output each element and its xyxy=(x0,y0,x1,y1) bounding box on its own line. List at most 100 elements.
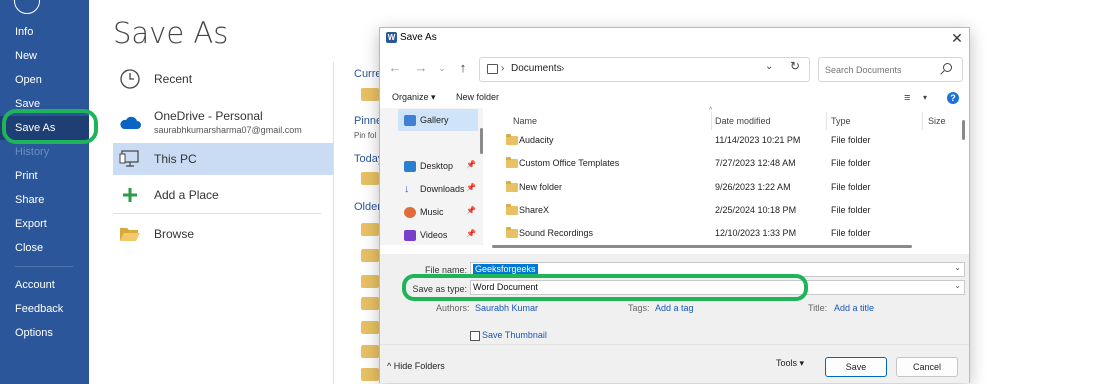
chevron-down-icon[interactable]: ⌄ xyxy=(954,281,961,290)
location-add-place[interactable]: Add a Place xyxy=(113,179,333,211)
location-browse[interactable]: Browse xyxy=(113,218,333,250)
word-app-icon: W xyxy=(386,32,397,43)
pinned-heading: Pinne xyxy=(354,115,383,127)
view-options-icon[interactable]: ≡ xyxy=(904,92,910,104)
nav-pane-label: Downloads xyxy=(420,184,465,194)
nav-print[interactable]: Print xyxy=(0,164,89,188)
nav-export[interactable]: Export xyxy=(0,212,89,236)
hide-folders-button[interactable]: ^ Hide Folders xyxy=(387,361,445,371)
backstage-nav: Info New Open Save Save As History Print… xyxy=(0,0,89,384)
plus-icon xyxy=(118,183,142,207)
file-row[interactable]: Custom Office Templates 7/27/2023 12:48 … xyxy=(491,153,957,176)
search-icon xyxy=(943,63,952,72)
file-date: 9/26/2023 1:22 AM xyxy=(715,182,791,192)
authors-value[interactable]: Saurabh Kumar xyxy=(475,303,538,313)
dialog-titlebar[interactable]: W Save As ✕ xyxy=(380,28,969,48)
column-type[interactable]: Type xyxy=(809,112,851,130)
nav-save-as[interactable]: Save As xyxy=(0,116,89,140)
folder-icon xyxy=(506,227,518,238)
new-folder-button[interactable]: New folder xyxy=(456,92,499,102)
folder-icon xyxy=(361,321,379,334)
authors-label: Authors: xyxy=(436,303,470,313)
chevron-right-icon[interactable]: › xyxy=(561,63,564,74)
breadcrumb-documents[interactable]: Documents xyxy=(511,63,562,74)
nav-share[interactable]: Share xyxy=(0,188,89,212)
nav-pane-item-gallery[interactable]: Gallery xyxy=(398,109,478,131)
save-thumbnail-checkbox[interactable] xyxy=(470,331,480,341)
file-row[interactable]: Sound Recordings 12/10/2023 1:33 PM File… xyxy=(491,223,957,246)
folder-open-icon xyxy=(118,222,142,246)
nav-open[interactable]: Open xyxy=(0,68,89,92)
pane-divider xyxy=(333,62,334,384)
file-type: File folder xyxy=(831,158,871,168)
file-name-value: Geeksforgeeks xyxy=(473,264,538,274)
video-icon xyxy=(404,229,416,241)
nav-pane-item-music[interactable]: Music 📌 xyxy=(380,201,480,223)
nav-options[interactable]: Options xyxy=(0,321,89,345)
location-recent[interactable]: Recent xyxy=(113,63,333,95)
recent-locations-chevron-icon[interactable]: ⌄ xyxy=(433,59,451,77)
location-label: Browse xyxy=(154,227,195,241)
nav-pane-item-downloads[interactable]: ↓ Downloads 📌 xyxy=(380,178,480,200)
tags-value[interactable]: Add a tag xyxy=(655,303,694,313)
file-list-vertical-scrollbar[interactable] xyxy=(962,120,965,140)
nav-feedback[interactable]: Feedback xyxy=(0,297,89,321)
address-dropdown-icon[interactable]: ⌄ xyxy=(765,61,773,72)
nav-new[interactable]: New xyxy=(0,44,89,68)
nav-pane-item-desktop[interactable]: Desktop 📌 xyxy=(380,155,480,177)
hide-folders-label: Hide Folders xyxy=(393,361,445,371)
file-name: Audacity xyxy=(519,135,554,145)
location-onedrive[interactable]: OneDrive - Personal saurabhkumarsharma07… xyxy=(113,105,333,139)
cloud-icon xyxy=(118,110,142,134)
nav-pane-label: Music xyxy=(420,207,444,217)
dialog-toolbar: Organize ▾ New folder ≡ ▾ ? xyxy=(380,88,969,108)
nav-close[interactable]: Close xyxy=(0,236,89,260)
download-icon: ↓ xyxy=(404,182,410,195)
location-this-pc[interactable]: This PC xyxy=(113,143,333,175)
file-row[interactable]: Audacity 11/14/2023 10:21 PM File folder xyxy=(491,130,957,153)
pin-icon[interactable]: 📌 xyxy=(466,183,476,192)
up-arrow-icon[interactable]: ↑ xyxy=(454,59,472,77)
organize-button[interactable]: Organize ▾ xyxy=(392,92,436,103)
address-bar[interactable]: › Documents › xyxy=(479,57,810,82)
file-name-input[interactable]: Geeksforgeeks ⌄ xyxy=(470,262,965,277)
nav-pane-label: Videos xyxy=(420,230,448,240)
tools-button[interactable]: Tools ▾ xyxy=(776,358,804,369)
help-icon[interactable]: ? xyxy=(947,92,959,104)
file-name-label: File name: xyxy=(424,265,467,275)
pin-icon[interactable]: 📌 xyxy=(466,229,476,238)
nav-account[interactable]: Account xyxy=(0,273,89,297)
view-dropdown-icon[interactable]: ▾ xyxy=(923,93,927,102)
column-date-modified[interactable]: Date modified xyxy=(693,112,771,130)
folder-icon xyxy=(361,297,379,310)
nav-info[interactable]: Info xyxy=(0,20,89,44)
nav-pane-item-videos[interactable]: Videos 📌 xyxy=(380,224,480,246)
location-label: Add a Place xyxy=(154,188,219,202)
folder-icon xyxy=(506,157,518,168)
pin-icon[interactable]: 📌 xyxy=(466,160,476,169)
folder-icon xyxy=(361,88,379,101)
column-name[interactable]: Name xyxy=(491,112,537,130)
search-input[interactable] xyxy=(823,62,933,77)
forward-arrow-icon[interactable]: → xyxy=(412,59,430,77)
column-size[interactable]: Size xyxy=(906,112,946,130)
file-list-header: ^ Name Date modified Type Size xyxy=(491,107,969,130)
save-button[interactable]: Save xyxy=(825,357,887,377)
file-row[interactable]: New folder 9/26/2023 1:22 AM File folder xyxy=(491,177,957,200)
file-row[interactable]: ShareX 2/25/2024 10:18 PM File folder xyxy=(491,200,957,223)
nav-pane-scrollbar[interactable] xyxy=(480,128,483,154)
back-arrow-icon[interactable] xyxy=(14,0,40,14)
cancel-button[interactable]: Cancel xyxy=(896,357,958,377)
nav-save[interactable]: Save xyxy=(0,92,89,116)
back-arrow-icon[interactable]: ← xyxy=(386,59,404,77)
file-list-horizontal-scrollbar[interactable] xyxy=(492,245,912,248)
chevron-down-icon[interactable]: ⌄ xyxy=(954,263,961,272)
save-type-select[interactable]: Word Document ⌄ xyxy=(470,280,965,295)
pin-icon[interactable]: 📌 xyxy=(466,206,476,215)
refresh-icon[interactable]: ↻ xyxy=(790,59,800,73)
close-icon[interactable]: ✕ xyxy=(948,29,966,47)
save-thumbnail-label[interactable]: Save Thumbnail xyxy=(482,330,547,340)
title-value[interactable]: Add a title xyxy=(834,303,874,313)
search-box[interactable] xyxy=(818,57,963,82)
file-date: 2/25/2024 10:18 PM xyxy=(715,205,797,215)
